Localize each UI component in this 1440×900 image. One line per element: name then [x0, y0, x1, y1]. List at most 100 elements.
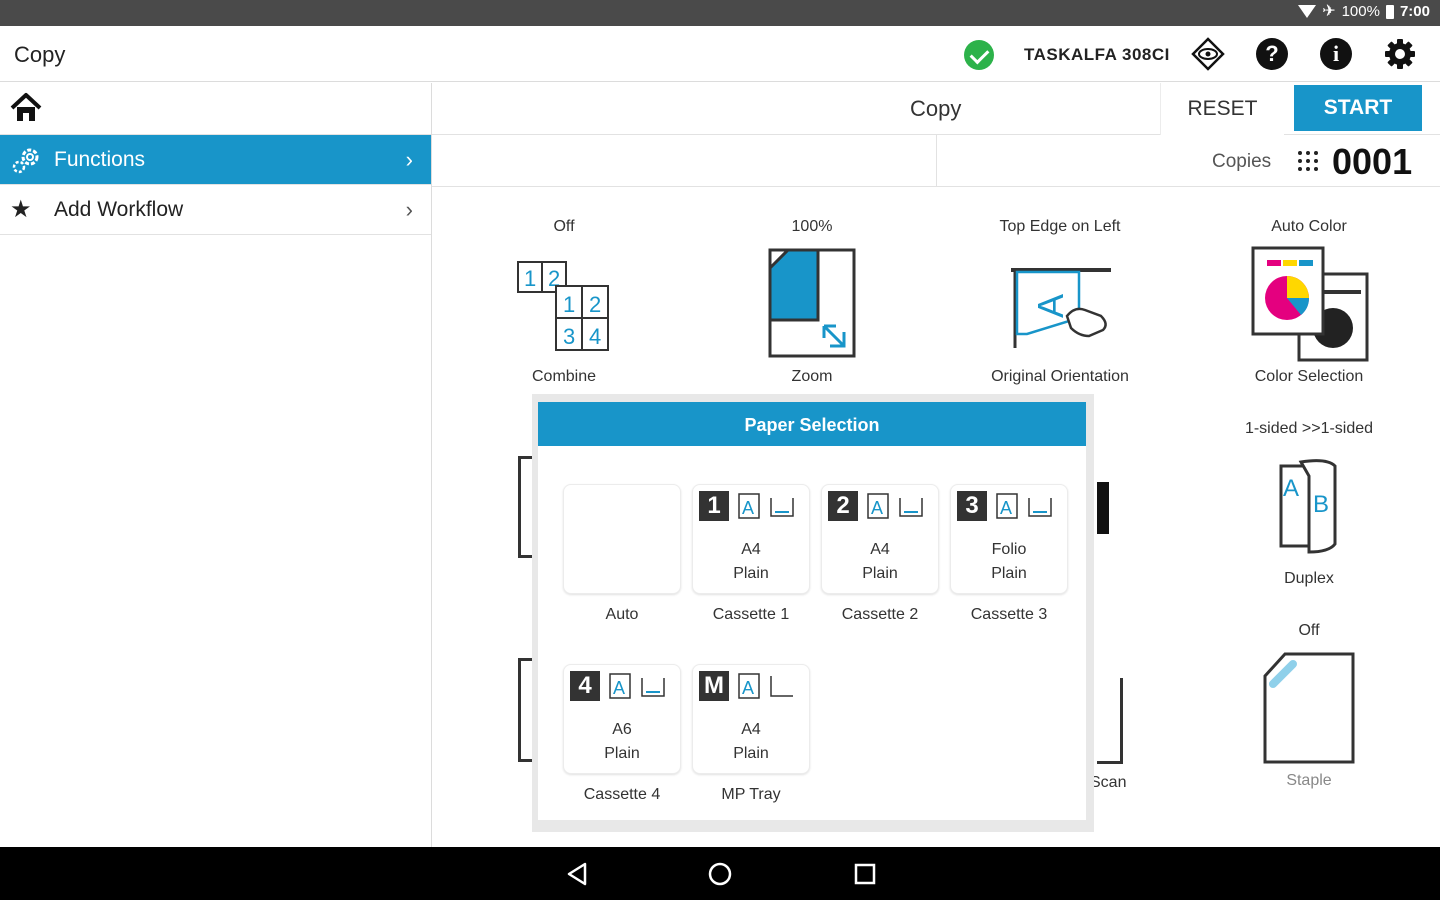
ready-check-icon — [964, 40, 994, 70]
mode-title: Copy — [910, 96, 962, 121]
paper-a-icon: A — [996, 493, 1018, 519]
tray-type: Plain — [733, 745, 769, 762]
copies-count[interactable]: 0001 — [1332, 141, 1412, 183]
zoom-value: 100% — [791, 218, 833, 235]
staple-value: Off — [1298, 622, 1320, 639]
sidebar-item-add-workflow[interactable]: ★ Add Workflow › — [0, 185, 431, 235]
eye-icon[interactable] — [1190, 36, 1226, 72]
battery-icon — [1385, 4, 1394, 19]
color-selection-function[interactable]: Auto Color Color Selection — [1194, 218, 1424, 386]
reset-button[interactable]: RESET — [1160, 83, 1284, 135]
device-status[interactable]: TASKALFA 308CI — [964, 40, 1170, 70]
tray-card[interactable]: M A A4 Plain — [692, 664, 810, 774]
combine-value: Off — [553, 218, 575, 235]
sidebar-item-label: Add Workflow — [54, 197, 184, 221]
tray-icons: 3 A — [957, 491, 1053, 521]
duplex-function[interactable]: 1-sided >>1-sided A B Duplex — [1194, 420, 1424, 588]
gear-icon[interactable] — [1382, 36, 1418, 72]
svg-text:A: A — [1000, 498, 1012, 518]
tray-icons: 1 A — [699, 491, 795, 521]
info-icon[interactable]: i — [1318, 36, 1354, 72]
tray-cassette-1[interactable]: 1 A A4 Plain Cassette 1 — [692, 484, 810, 624]
combine-icon: 1 2 1 2 3 4 — [449, 240, 679, 368]
staple-function[interactable]: Off Staple — [1194, 622, 1424, 790]
system-status-bar: ✈ 100% 7:00 — [0, 0, 1440, 26]
svg-text:3: 3 — [563, 324, 575, 349]
copies-bar: Copies 0001 — [432, 135, 1440, 187]
tray-number: 1 — [699, 491, 729, 521]
partial-hidden-icon — [518, 658, 532, 762]
staple-icon — [1194, 644, 1424, 772]
color-selection-label: Color Selection — [1254, 368, 1364, 385]
divider — [936, 135, 937, 187]
wifi-icon — [1298, 5, 1317, 18]
dialog-title: Paper Selection — [538, 402, 1086, 446]
sidebar: Functions › ★ Add Workflow › — [0, 83, 432, 847]
tray-card[interactable] — [563, 484, 681, 594]
help-icon[interactable]: ? — [1254, 36, 1290, 72]
tray-name: Cassette 1 — [712, 606, 790, 623]
tray-card[interactable]: 4 A A6 Plain — [563, 664, 681, 774]
tray-size: A4 — [741, 721, 761, 738]
tray-card[interactable]: 2 A A4 Plain — [821, 484, 939, 594]
tray-card[interactable]: 1 A A4 Plain — [692, 484, 810, 594]
home-icon[interactable] — [9, 91, 43, 130]
functions-gears-icon — [10, 146, 42, 182]
zoom-function[interactable]: 100% Zoom — [697, 218, 927, 386]
keypad-icon[interactable] — [1296, 149, 1320, 173]
svg-text:A: A — [871, 498, 883, 518]
header-actions: ? i — [1190, 36, 1418, 72]
zoom-icon — [697, 240, 927, 368]
copies-label: Copies — [1212, 151, 1272, 172]
tray-cassette-3[interactable]: 3 A Folio Plain Cassette 3 — [950, 484, 1068, 624]
star-icon: ★ — [10, 196, 32, 223]
paper-tray-icon — [1028, 498, 1052, 517]
paper-a-icon: A — [867, 493, 889, 519]
original-orientation-label: Original Orientation — [991, 368, 1129, 385]
svg-text:B: B — [1313, 491, 1329, 518]
combine-function[interactable]: Off 1 2 1 2 3 4 Combine — [449, 218, 679, 386]
paper-a-icon: A — [738, 673, 760, 699]
tray-number: M — [699, 671, 729, 701]
scan-label[interactable]: Scan — [1090, 774, 1126, 792]
sidebar-item-functions[interactable]: Functions › — [0, 135, 431, 185]
recents-icon[interactable] — [850, 859, 880, 889]
tray-name: Cassette 2 — [841, 606, 919, 623]
svg-text:A: A — [1030, 294, 1071, 318]
tray-number: 3 — [957, 491, 987, 521]
tray-cassette-2[interactable]: 2 A A4 Plain Cassette 2 — [821, 484, 939, 624]
svg-text:A: A — [742, 498, 754, 518]
home-circle-icon[interactable] — [705, 859, 735, 889]
original-orientation-function[interactable]: Top Edge on Left A Original Orientation — [945, 218, 1175, 386]
battery-level: 100% — [1341, 3, 1380, 20]
tray-auto[interactable]: Auto — [563, 484, 681, 624]
paper-a-icon: A — [738, 493, 760, 519]
home-row — [0, 83, 431, 135]
svg-text:A: A — [1283, 475, 1299, 502]
mp-tray-icon — [770, 676, 793, 697]
start-button[interactable]: START — [1294, 85, 1422, 131]
duplex-icon: A B — [1194, 442, 1424, 570]
staple-label: Staple — [1286, 772, 1332, 789]
app-title: Copy — [14, 42, 66, 67]
partial-hidden-icon — [1097, 482, 1109, 534]
back-icon[interactable] — [562, 859, 592, 889]
tray-mp-tray[interactable]: M A A4 Plain MP Tray — [692, 664, 810, 804]
svg-text:1: 1 — [563, 292, 575, 317]
tray-cassette-4[interactable]: 4 A A6 Plain Cassette 4 — [563, 664, 681, 804]
tray-size: A4 — [741, 541, 761, 558]
sidebar-item-label: Functions — [54, 147, 146, 171]
mode-toolbar: Copy RESET START — [432, 83, 1440, 135]
tray-icons: M A — [699, 671, 795, 701]
duplex-value: 1-sided >>1-sided — [1244, 420, 1374, 437]
app-header: Copy TASKALFA 308CI ? i — [0, 26, 1440, 82]
tray-type: Plain — [604, 745, 640, 762]
tray-card[interactable]: 3 A Folio Plain — [950, 484, 1068, 594]
tray-type: Plain — [733, 565, 769, 582]
combine-label: Combine — [531, 368, 597, 385]
original-orientation-icon: A — [945, 240, 1175, 368]
zoom-label: Zoom — [791, 368, 833, 385]
svg-text:2: 2 — [589, 292, 601, 317]
paper-tray-icon — [899, 498, 923, 517]
tray-size: A4 — [870, 541, 890, 558]
